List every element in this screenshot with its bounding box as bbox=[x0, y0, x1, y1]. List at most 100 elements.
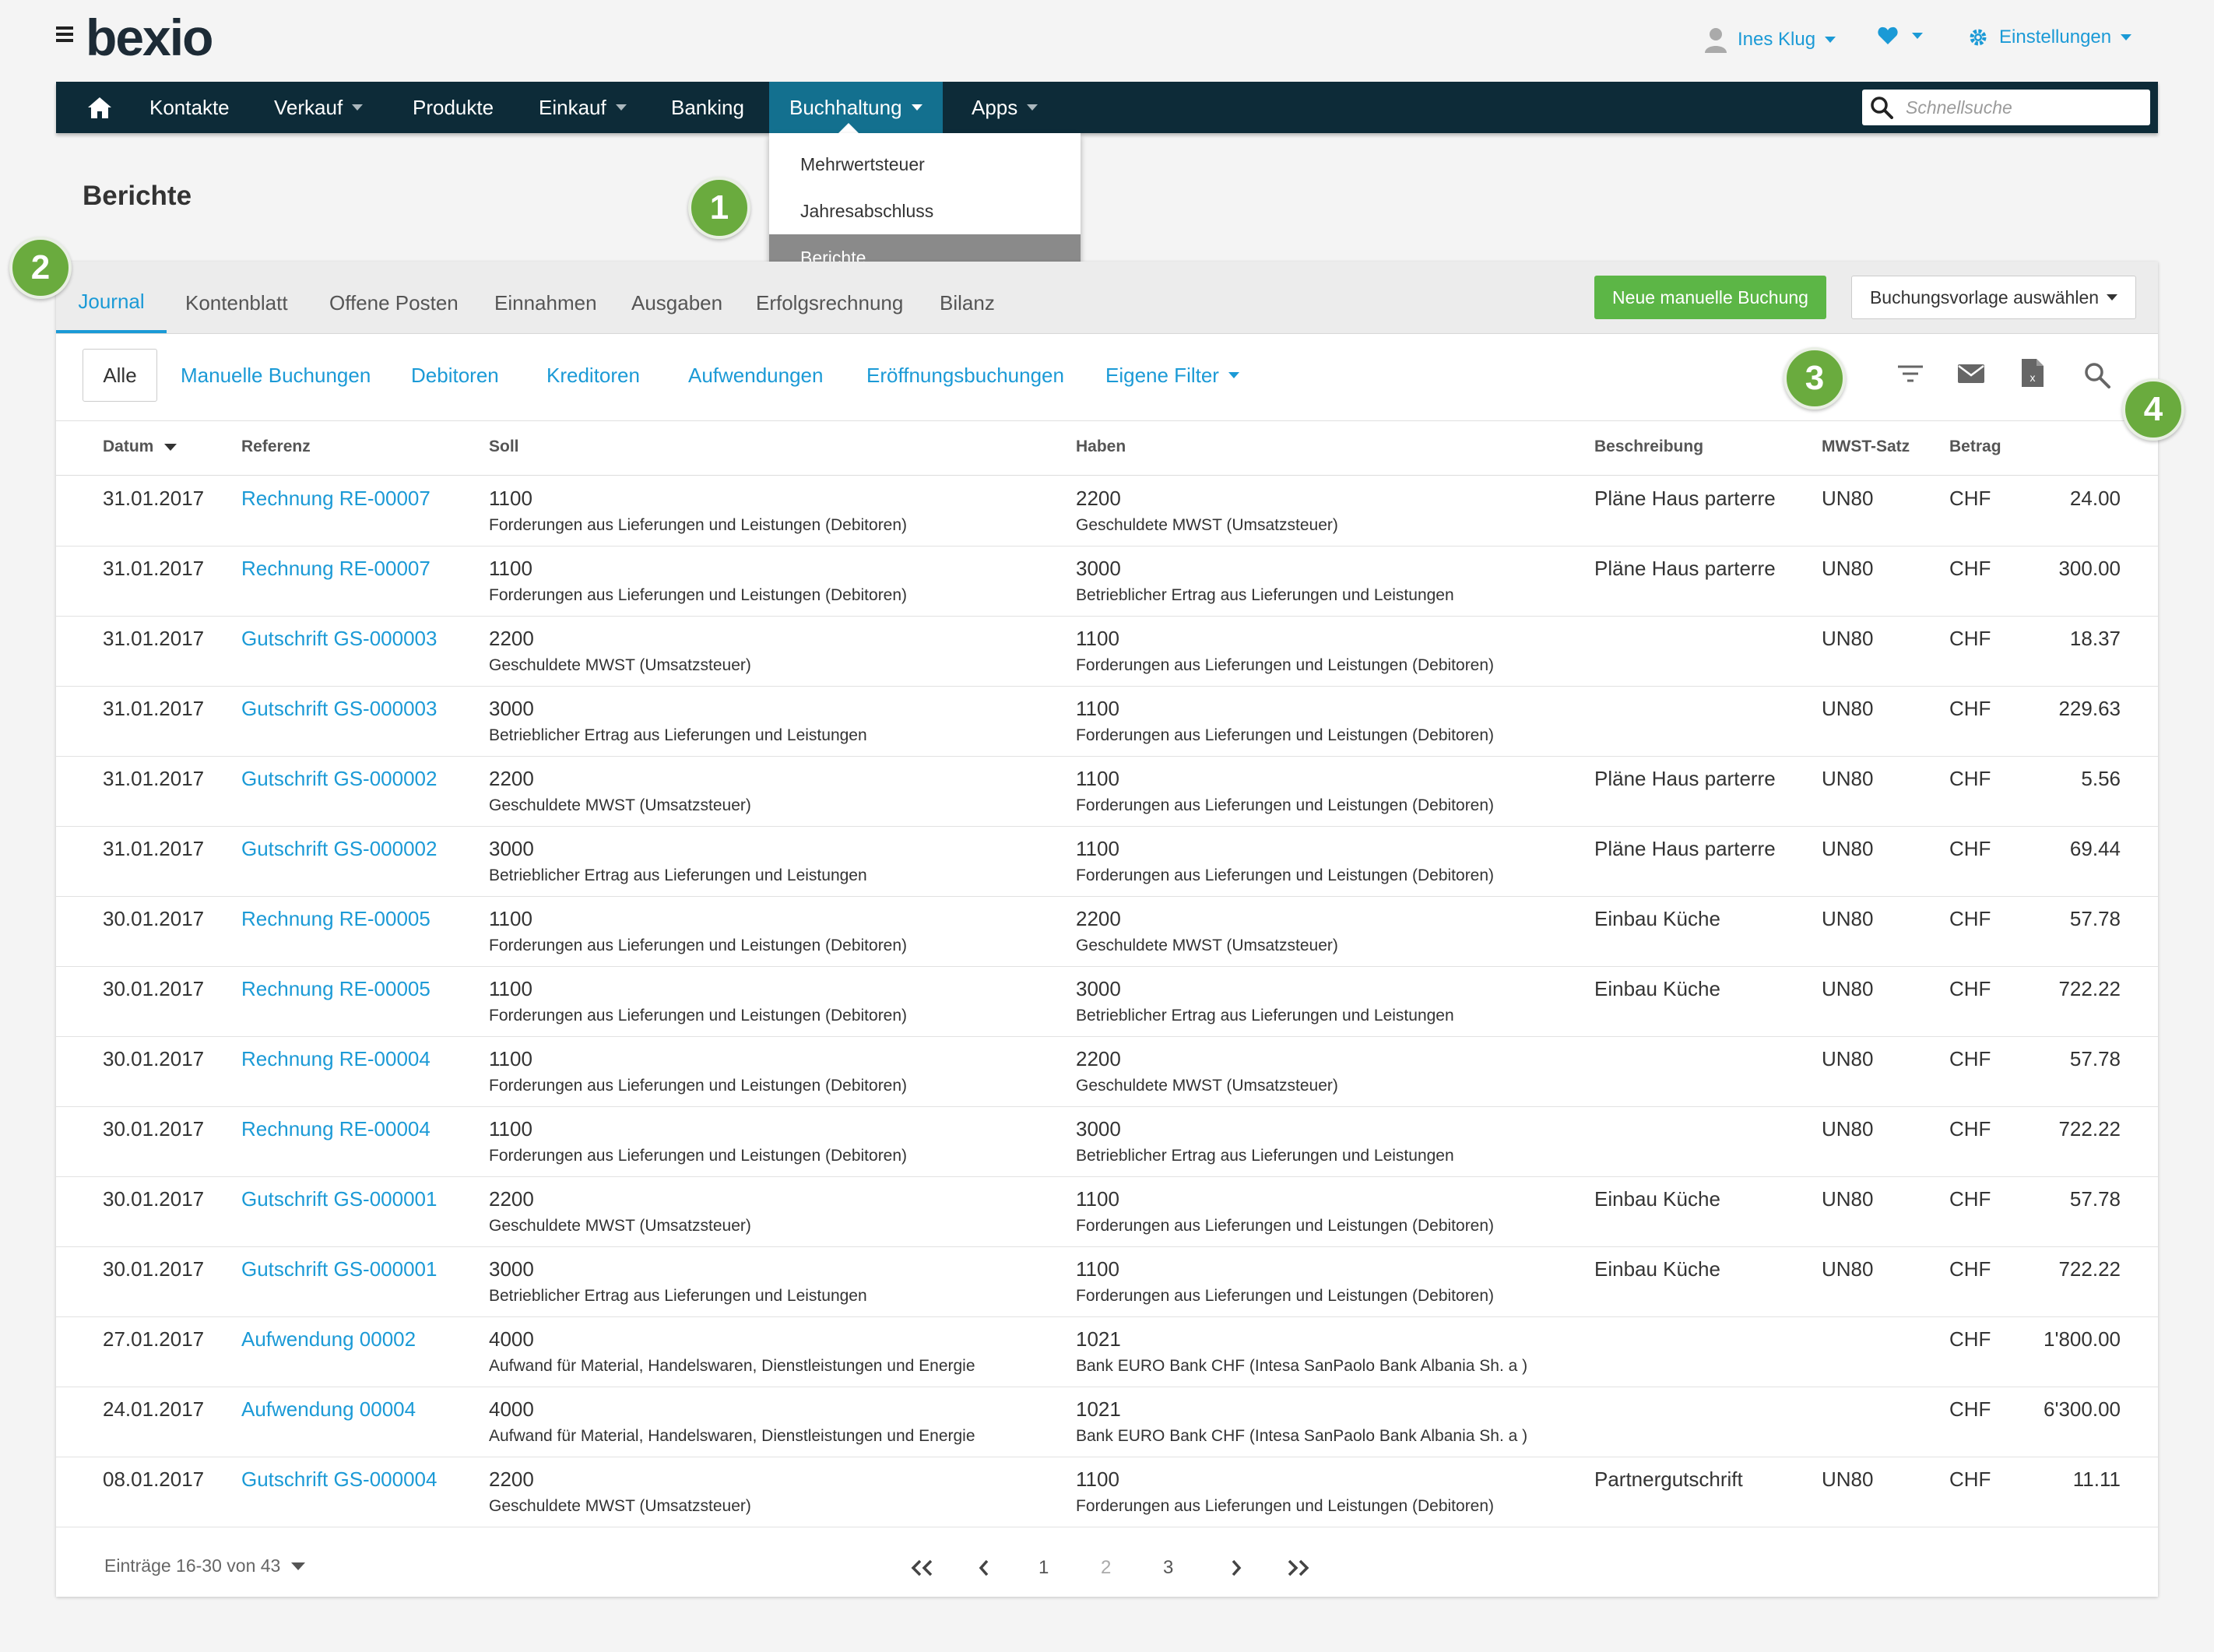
tab-erfolgsrechnung[interactable]: Erfolgsrechnung bbox=[756, 262, 903, 333]
page-2-current[interactable]: 2 bbox=[1101, 1552, 1111, 1583]
cell-reference-link[interactable]: Gutschrift GS-000004 bbox=[241, 1467, 437, 1492]
booking-template-button[interactable]: Buchungsvorlage auswählen bbox=[1851, 276, 2136, 319]
favorites-menu[interactable] bbox=[1878, 26, 1923, 45]
nav-apps[interactable]: Apps bbox=[951, 82, 1058, 133]
cell-reference-link[interactable]: Gutschrift GS-000001 bbox=[241, 1257, 437, 1281]
cell-soll-account: 2200 bbox=[489, 1467, 534, 1491]
table-row[interactable]: 08.01.2017 Gutschrift GS-000004 2200 Geschu… bbox=[56, 1457, 2158, 1527]
next-page-icon[interactable] bbox=[1230, 1552, 1242, 1583]
cell-reference-link[interactable]: Rechnung RE-00004 bbox=[241, 1047, 430, 1071]
callout-badge-4: 4 bbox=[2122, 378, 2184, 441]
chevron-down-icon bbox=[291, 1562, 306, 1570]
quick-search[interactable] bbox=[1862, 90, 2150, 125]
cell-reference-link[interactable]: Gutschrift GS-000002 bbox=[241, 767, 437, 791]
cell-reference-link[interactable]: Gutschrift GS-000002 bbox=[241, 837, 437, 861]
cell-haben-account: 1100 bbox=[1076, 767, 1119, 790]
header-soll[interactable]: Soll bbox=[489, 438, 519, 456]
table-row[interactable]: 30.01.2017 Rechnung RE-00005 1100 Forderung… bbox=[56, 896, 2158, 967]
filter-manuelle-buchungen[interactable]: Manuelle Buchungen bbox=[181, 349, 371, 402]
table-row[interactable]: 30.01.2017 Rechnung RE-00004 1100 Forderung… bbox=[56, 1036, 2158, 1107]
chevron-down-icon bbox=[1027, 104, 1038, 111]
chevron-down-icon bbox=[2121, 34, 2132, 40]
cell-reference-link[interactable]: Gutschrift GS-000003 bbox=[241, 697, 437, 721]
cell-reference-link[interactable]: Rechnung RE-00005 bbox=[241, 977, 430, 1001]
cell-reference-link[interactable]: Gutschrift GS-000001 bbox=[241, 1187, 437, 1211]
nav-einkauf[interactable]: Einkauf bbox=[518, 82, 647, 133]
settings-menu[interactable]: Einstellungen bbox=[1968, 26, 2132, 48]
cell-amount: 24.00 bbox=[2069, 487, 2121, 510]
filter-kreditoren[interactable]: Kreditoren bbox=[546, 349, 640, 402]
table-row[interactable]: 31.01.2017 Gutschrift GS-000002 2200 Geschu… bbox=[56, 756, 2158, 827]
filter-debitoren[interactable]: Debitoren bbox=[411, 349, 499, 402]
table-row[interactable]: 27.01.2017 Aufwendung 00002 4000 Aufwand fü… bbox=[56, 1316, 2158, 1387]
cell-reference-link[interactable]: Aufwendung 00002 bbox=[241, 1327, 416, 1351]
page-3[interactable]: 3 bbox=[1163, 1552, 1173, 1583]
entries-selector[interactable]: Einträge 16-30 von 43 bbox=[104, 1555, 306, 1576]
table-row[interactable]: 24.01.2017 Aufwendung 00004 4000 Aufwand fü… bbox=[56, 1387, 2158, 1457]
filter-eroeffnungsbuchungen[interactable]: Eröffnungsbuchungen bbox=[866, 349, 1064, 402]
cell-reference-link[interactable]: Rechnung RE-00004 bbox=[241, 1117, 430, 1141]
table-row[interactable]: 31.01.2017 Rechnung RE-00007 1100 Forderung… bbox=[56, 546, 2158, 617]
search-icon[interactable] bbox=[2083, 361, 2111, 389]
table-row[interactable]: 31.01.2017 Gutschrift GS-000003 3000 Betrie… bbox=[56, 686, 2158, 757]
nav-home[interactable] bbox=[67, 82, 132, 133]
cell-soll-name: Aufwand für Material, Handelswaren, Dien… bbox=[489, 1427, 975, 1445]
cell-date: 30.01.2017 bbox=[103, 977, 205, 1000]
header-referenz[interactable]: Referenz bbox=[241, 438, 311, 456]
prev-page-icon[interactable] bbox=[978, 1552, 990, 1583]
new-manual-booking-button[interactable]: Neue manuelle Buchung bbox=[1594, 276, 1826, 319]
cell-date: 27.01.2017 bbox=[103, 1327, 205, 1351]
header-betrag[interactable]: Betrag bbox=[1949, 438, 2001, 456]
main-menu-icon[interactable] bbox=[56, 26, 73, 42]
cell-haben-account: 3000 bbox=[1076, 557, 1121, 580]
first-page-icon[interactable] bbox=[909, 1552, 936, 1583]
cell-reference-link[interactable]: Rechnung RE-00007 bbox=[241, 557, 430, 581]
header-haben[interactable]: Haben bbox=[1076, 438, 1126, 456]
nav-produkte[interactable]: Produkte bbox=[392, 82, 514, 133]
nav-kontakte[interactable]: Kontakte bbox=[129, 82, 250, 133]
tab-bilanz[interactable]: Bilanz bbox=[940, 262, 995, 333]
tab-kontenblatt[interactable]: Kontenblatt bbox=[185, 262, 288, 333]
cell-reference-link[interactable]: Rechnung RE-00005 bbox=[241, 907, 430, 931]
table-row[interactable]: 30.01.2017 Rechnung RE-00004 1100 Forderung… bbox=[56, 1106, 2158, 1177]
filter-aufwendungen[interactable]: Aufwendungen bbox=[688, 349, 823, 402]
tab-journal[interactable]: Journal bbox=[56, 262, 167, 333]
cell-reference-link[interactable]: Gutschrift GS-000003 bbox=[241, 627, 437, 651]
cell-soll-name: Forderungen aus Lieferungen und Leistung… bbox=[489, 937, 908, 954]
bexio-logo[interactable]: bexio bbox=[86, 8, 213, 67]
tab-offene-posten[interactable]: Offene Posten bbox=[329, 262, 459, 333]
menu-item-mehrwertsteuer[interactable]: Mehrwertsteuer bbox=[769, 141, 1081, 188]
cell-amount: 11.11 bbox=[2072, 1467, 2121, 1491]
header-beschreibung[interactable]: Beschreibung bbox=[1594, 438, 1703, 456]
table-row[interactable]: 31.01.2017 Gutschrift GS-000003 2200 Geschu… bbox=[56, 616, 2158, 687]
table-row[interactable]: 31.01.2017 Rechnung RE-00007 1100 Forderung… bbox=[56, 476, 2158, 547]
table-row[interactable]: 30.01.2017 Rechnung RE-00005 1100 Forderung… bbox=[56, 966, 2158, 1037]
user-menu[interactable]: Ines Klug bbox=[1703, 26, 1836, 53]
filter-icon[interactable] bbox=[1896, 361, 1924, 386]
search-input[interactable] bbox=[1904, 96, 2141, 119]
tab-ausgaben[interactable]: Ausgaben bbox=[631, 262, 722, 333]
menu-item-jahresabschluss[interactable]: Jahresabschluss bbox=[769, 188, 1081, 234]
nav-verkauf[interactable]: Verkauf bbox=[254, 82, 383, 133]
cell-soll-account: 1100 bbox=[489, 557, 532, 580]
table-row[interactable]: 30.01.2017 Gutschrift GS-000001 3000 Betrie… bbox=[56, 1246, 2158, 1317]
tab-einnahmen[interactable]: Einnahmen bbox=[494, 262, 597, 333]
cell-haben-account: 1100 bbox=[1076, 837, 1119, 860]
envelope-icon[interactable] bbox=[1957, 361, 1985, 386]
table-row[interactable]: 30.01.2017 Gutschrift GS-000001 2200 Geschu… bbox=[56, 1176, 2158, 1247]
cell-amount: 1'800.00 bbox=[2044, 1327, 2121, 1351]
cell-reference-link[interactable]: Rechnung RE-00007 bbox=[241, 487, 430, 511]
header-datum[interactable]: Datum bbox=[103, 438, 177, 456]
header-mwst-satz[interactable]: MWST-Satz bbox=[1822, 438, 1910, 456]
excel-export-icon[interactable]: x bbox=[2021, 358, 2044, 388]
cell-haben-account: 3000 bbox=[1076, 977, 1121, 1000]
page-1[interactable]: 1 bbox=[1038, 1552, 1049, 1583]
filter-alle[interactable]: Alle bbox=[83, 349, 157, 402]
filter-eigene[interactable]: Eigene Filter bbox=[1105, 349, 1239, 402]
cell-haben-name: Geschuldete MWST (Umsatzsteuer) bbox=[1076, 1077, 1338, 1095]
cell-haben-account: 3000 bbox=[1076, 1117, 1121, 1141]
last-page-icon[interactable] bbox=[1284, 1552, 1311, 1583]
table-row[interactable]: 31.01.2017 Gutschrift GS-000002 3000 Betrie… bbox=[56, 826, 2158, 897]
cell-reference-link[interactable]: Aufwendung 00004 bbox=[241, 1397, 416, 1422]
nav-banking[interactable]: Banking bbox=[651, 82, 764, 133]
